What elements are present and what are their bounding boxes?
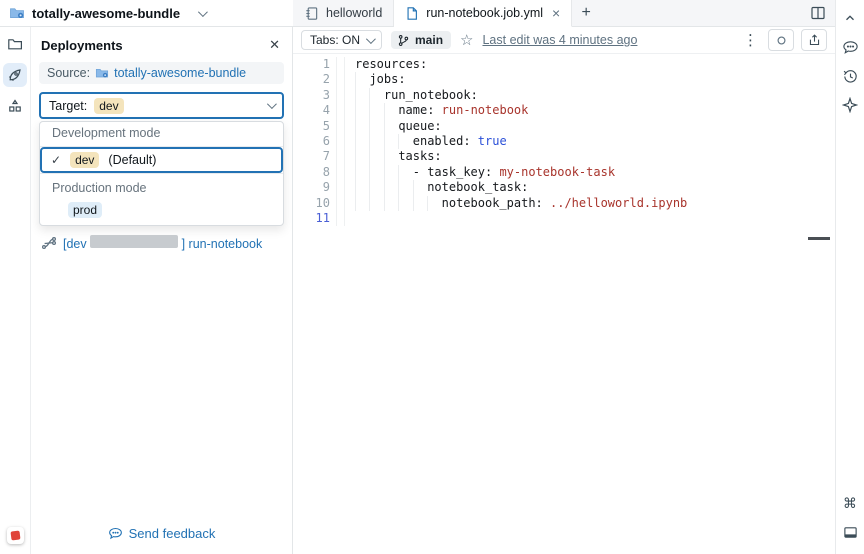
overview-ruler-cursor <box>808 237 830 240</box>
redacted-username <box>90 235 179 248</box>
right-sidebar: ⌘ <box>835 0 864 554</box>
bundle-folder-icon <box>95 66 109 80</box>
red-dot-icon <box>10 530 21 541</box>
tabs-toggle-button[interactable]: Tabs: ON <box>301 30 383 50</box>
target-select[interactable]: Target: dev <box>39 92 284 119</box>
version-history-icon[interactable] <box>838 64 862 88</box>
source-row: Source: totally-awesome-bundle <box>39 62 284 84</box>
source-label: Source: <box>47 66 91 80</box>
collapse-panel-button[interactable] <box>838 6 862 30</box>
target-dropdown: Development mode ✓ dev (Default) Product… <box>39 121 284 226</box>
tab-label: run-notebook.job.yml <box>426 6 544 20</box>
bundle-folder-icon <box>9 5 25 21</box>
close-icon[interactable]: ✕ <box>267 37 282 53</box>
sidebar-item-deployments[interactable] <box>3 63 27 87</box>
sidebar-item-workspace[interactable] <box>3 32 27 56</box>
dropdown-item-dev[interactable]: ✓ dev (Default) <box>40 147 283 173</box>
left-sidebar <box>0 27 31 554</box>
new-tab-button[interactable]: + <box>572 0 600 26</box>
deployed-job-row: [dev ] run-notebook <box>39 235 284 251</box>
kebab-menu-icon[interactable]: ⋮ <box>740 31 761 49</box>
file-icon <box>405 6 419 21</box>
line-numbers: 1 2 3 4 5 6 7 8 9 10 11 <box>315 57 330 226</box>
editor-pane: Tabs: ON main ☆ Last edit was 4 minutes … <box>293 27 835 554</box>
tab-run-notebook-job-yml[interactable]: run-notebook.job.yml × <box>394 0 573 27</box>
split-view-button[interactable] <box>810 0 835 26</box>
panel-title: Deployments <box>41 37 123 53</box>
app-window: totally-awesome-bundle helloworld run-no… <box>0 0 864 554</box>
dropdown-group-header: Production mode <box>40 173 283 201</box>
tab-close-icon[interactable]: × <box>552 5 560 21</box>
favorite-star-icon[interactable]: ☆ <box>460 31 473 49</box>
code-lines: resources: jobs: run_notebook: name: run-no… <box>355 57 688 211</box>
dropdown-group-header: Development mode <box>40 122 283 147</box>
assistant-icon[interactable] <box>838 93 862 117</box>
tab-helloworld[interactable]: helloworld <box>293 0 395 26</box>
comments-icon[interactable] <box>838 35 862 59</box>
send-feedback-link[interactable]: Send feedback <box>31 526 292 541</box>
code-editor[interactable]: 1 2 3 4 5 6 7 8 9 10 11 resources: jobs: run_noteboo… <box>293 54 835 240</box>
share-button[interactable] <box>801 29 827 51</box>
target-label: Target: <box>49 98 88 113</box>
dropdown-item-prod[interactable]: prod <box>40 201 283 225</box>
schedule-button[interactable] <box>768 29 794 51</box>
panel-header: Deployments ✕ <box>39 27 284 60</box>
keyboard-shortcuts-icon[interactable]: ⌘ <box>838 491 862 515</box>
prod-badge: prod <box>68 202 103 218</box>
notification-pin[interactable] <box>7 527 24 544</box>
chevron-down-icon <box>266 99 277 110</box>
source-bundle-link[interactable]: totally-awesome-bundle <box>114 66 246 80</box>
dev-badge: dev <box>70 152 100 168</box>
deployments-panel: Deployments ✕ Source: totally-awesome-bu… <box>31 27 293 554</box>
tab-label: helloworld <box>326 6 383 20</box>
chevron-down-icon <box>365 33 376 44</box>
check-icon: ✓ <box>51 153 62 167</box>
editor-tabbar: helloworld run-notebook.job.yml × + <box>293 0 835 27</box>
branch-icon <box>397 34 410 47</box>
target-value-badge: dev <box>94 97 124 114</box>
bundle-name: totally-awesome-bundle <box>32 5 181 21</box>
feedback-bubble-icon <box>108 526 123 541</box>
default-suffix: (Default) <box>108 153 157 167</box>
git-branch-button[interactable]: main <box>391 31 452 49</box>
job-link[interactable]: [dev ] run-notebook <box>63 235 262 251</box>
last-edit-link[interactable]: Last edit was 4 minutes ago <box>482 33 637 47</box>
bundle-header[interactable]: totally-awesome-bundle <box>0 0 293 27</box>
workflow-icon <box>41 235 57 251</box>
chevron-down-icon[interactable] <box>198 6 208 17</box>
feedback-label: Send feedback <box>128 526 216 541</box>
fold-gutter <box>336 57 345 227</box>
sidebar-item-resources[interactable] <box>3 94 27 118</box>
editor-toolbar: Tabs: ON main ☆ Last edit was 4 minutes … <box>293 27 835 54</box>
notebook-icon <box>304 6 319 21</box>
bottom-panel-icon[interactable] <box>838 520 862 544</box>
